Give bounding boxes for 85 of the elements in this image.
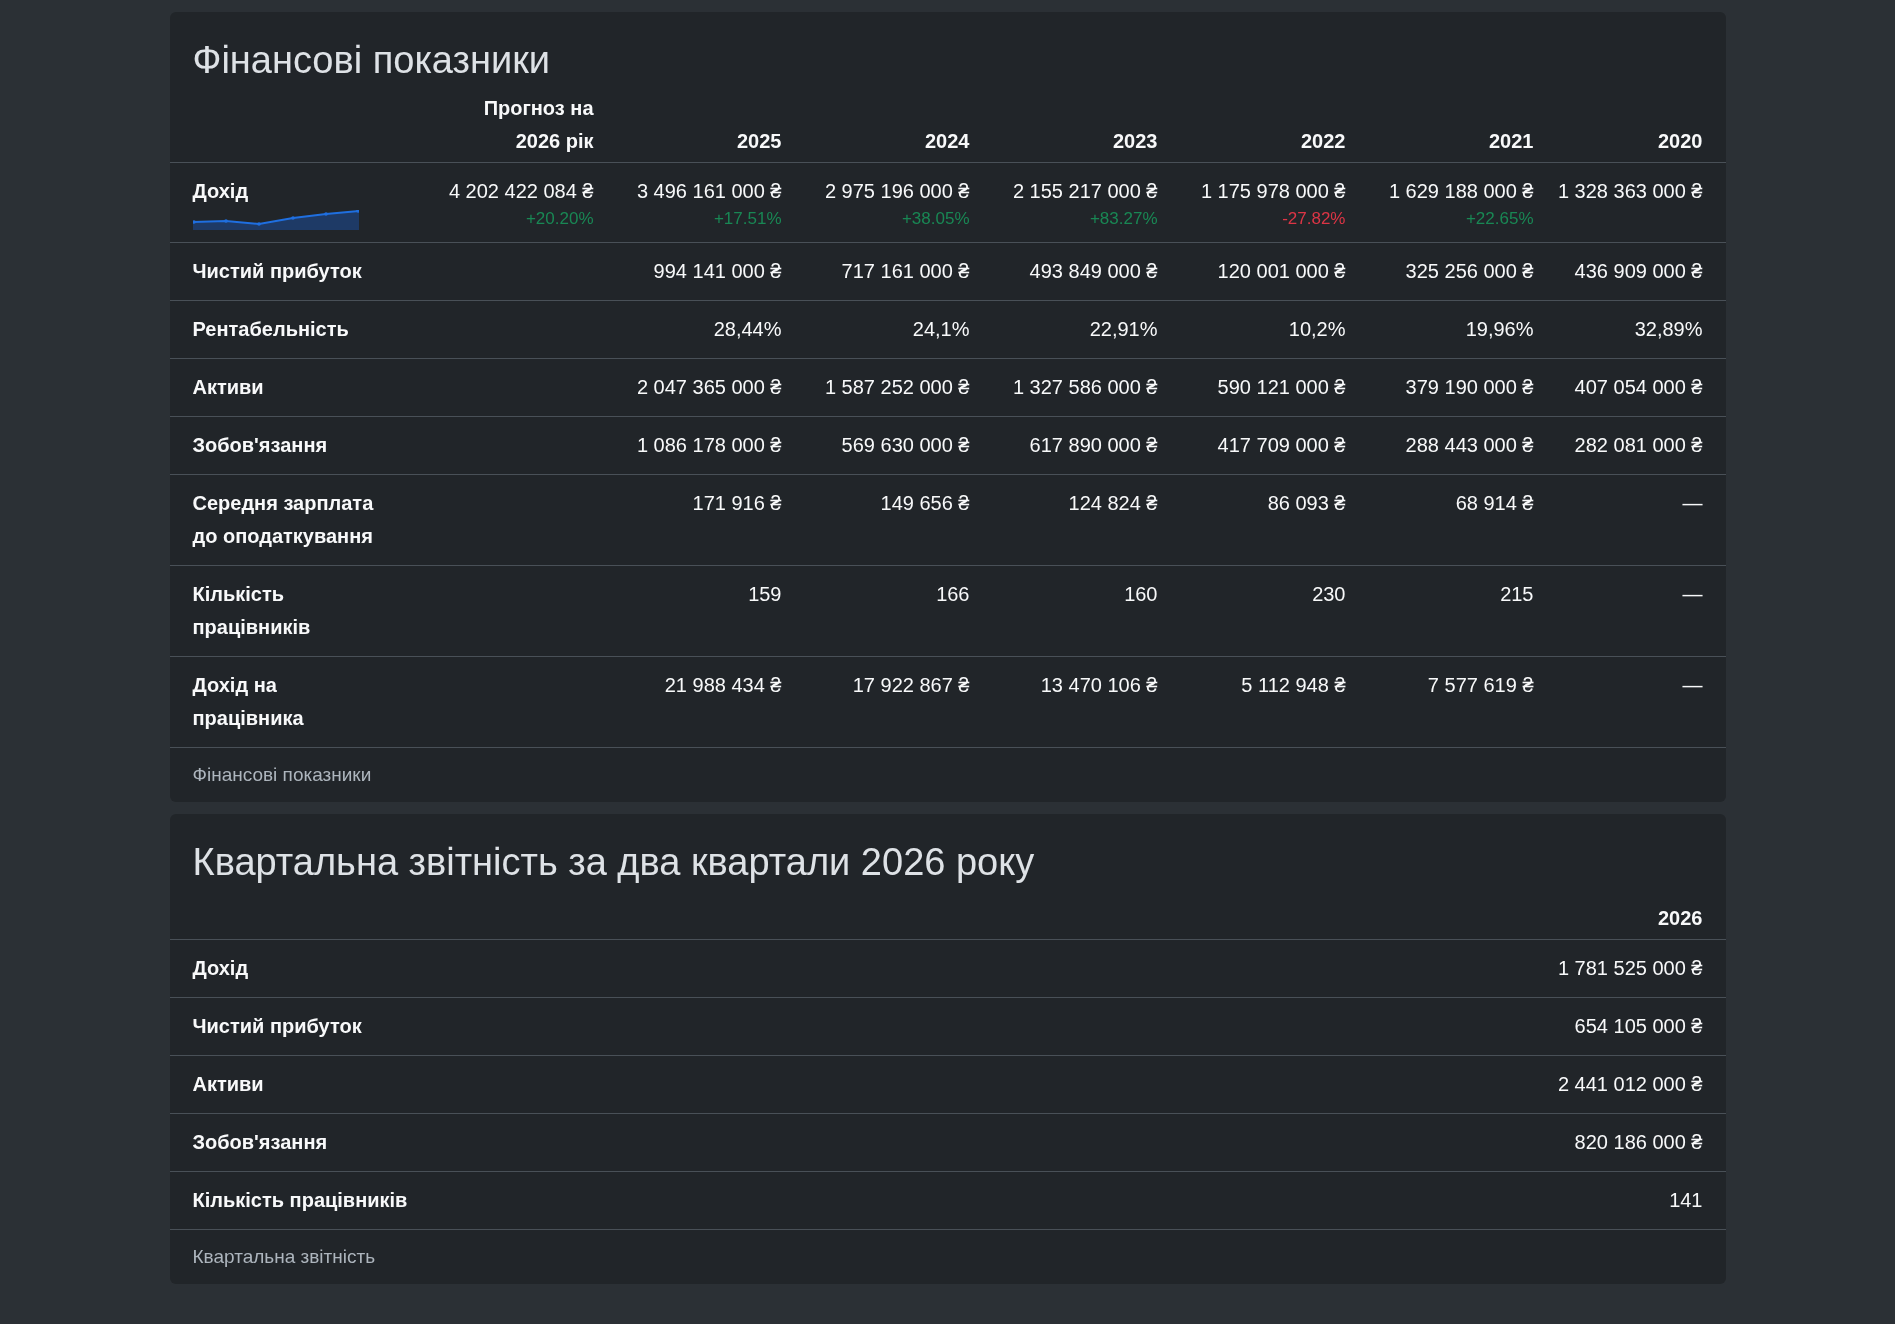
column-header: 2024 xyxy=(925,130,970,152)
table-cell: 24,1% xyxy=(912,318,970,340)
change-percent: +83.27% xyxy=(1088,208,1158,230)
row-label: Зобов'язання xyxy=(192,1131,328,1153)
table-cell: 230 xyxy=(1312,583,1346,605)
table-cell: 2 047 365 000 ₴ xyxy=(636,376,782,398)
table-cell-text: 3 496 161 000 ₴ xyxy=(635,179,782,204)
row-label: Дохід xyxy=(192,957,249,979)
row-label: Середня зарплата до оподаткування xyxy=(192,492,374,547)
table-cell: 590 121 000 ₴ xyxy=(1217,376,1346,398)
table-cell: 32,89% xyxy=(1634,318,1703,340)
table-cell: 1 327 586 000 ₴ xyxy=(1012,376,1158,398)
table-cell: 160 xyxy=(1124,583,1158,605)
table-cell: 21 988 434 ₴ xyxy=(664,674,782,696)
table-cell: 141 xyxy=(1669,1189,1703,1211)
table-cell: 171 916 ₴ xyxy=(692,492,782,514)
change-percent: +20.20% xyxy=(524,208,594,230)
table-cell-text: 2 975 196 000 ₴ xyxy=(823,179,970,204)
table-cell: — xyxy=(1682,492,1703,514)
table-cell: 617 890 000 ₴ xyxy=(1029,434,1158,456)
table-cell: 13 470 106 ₴ xyxy=(1040,674,1158,696)
table-cell: 407 054 000 ₴ xyxy=(1574,376,1703,398)
table-cell: 820 186 000 ₴ xyxy=(1574,1131,1703,1153)
table-cell: 19,96% xyxy=(1465,318,1534,340)
table-cell: 166 xyxy=(936,583,970,605)
table-cell: — xyxy=(1682,674,1703,696)
table-cell: 288 443 000 ₴ xyxy=(1405,434,1534,456)
row-label: Кількість працівників xyxy=(192,583,311,638)
change-percent: +38.05% xyxy=(900,208,970,230)
table-cell: 22,91% xyxy=(1089,318,1158,340)
row-label: Рентабельність xyxy=(192,318,349,340)
row-label: Активи xyxy=(192,376,264,398)
column-header: 2022 xyxy=(1301,130,1346,152)
table-cell: 86 093 ₴ xyxy=(1267,492,1346,514)
column-header: 2023 xyxy=(1113,130,1158,152)
table-cell: 28,44% xyxy=(713,318,782,340)
table-cell: — xyxy=(1682,583,1703,605)
table-cell-text: 1 629 188 000 ₴ xyxy=(1387,179,1534,204)
table-cell: 68 914 ₴ xyxy=(1455,492,1534,514)
table-cell: 379 190 000 ₴ xyxy=(1405,376,1534,398)
table-cell: 493 849 000 ₴ xyxy=(1029,260,1158,282)
table-cell: 5 112 948 ₴ xyxy=(1241,674,1346,696)
table-caption: Фінансові показники xyxy=(192,762,372,787)
row-label: Чистий прибуток xyxy=(192,1015,362,1037)
table-cell: 1 587 252 000 ₴ xyxy=(824,376,970,398)
table-cell: 569 630 000 ₴ xyxy=(841,434,970,456)
row-label: Активи xyxy=(192,1073,264,1095)
column-header: Прогноз на 2026 рік xyxy=(482,96,594,154)
table-cell: 10,2% xyxy=(1288,318,1346,340)
row-label: Кількість працівників xyxy=(192,1189,408,1211)
change-percent: +17.51% xyxy=(712,208,782,230)
table-cell-text: 2 155 217 000 ₴ xyxy=(1011,179,1158,204)
change-percent: +22.65% xyxy=(1464,208,1534,230)
row-label: Чистий прибуток xyxy=(192,260,362,282)
table-cell-text: 1 328 363 000 ₴ xyxy=(1556,179,1703,204)
change-percent: -27.82% xyxy=(1281,208,1346,230)
column-header: 2021 xyxy=(1489,130,1534,152)
table-cell: 717 161 000 ₴ xyxy=(841,260,970,282)
table-cell: 120 001 000 ₴ xyxy=(1217,260,1346,282)
table-cell: 1 781 525 000 ₴ xyxy=(1557,957,1703,979)
column-header: 2025 xyxy=(737,130,782,152)
table-cell: 436 909 000 ₴ xyxy=(1574,260,1703,282)
table-cell-text: 4 202 422 084 ₴ xyxy=(447,179,594,204)
row-label: Зобов'язання xyxy=(192,434,328,456)
row-label: Дохід xyxy=(192,179,249,204)
column-header: 2026 xyxy=(1658,907,1703,929)
table-cell: 1 086 178 000 ₴ xyxy=(636,434,782,456)
table-cell: 7 577 619 ₴ xyxy=(1427,674,1534,696)
table-cell: 2 441 012 000 ₴ xyxy=(1557,1073,1703,1095)
table-cell: 159 xyxy=(748,583,782,605)
column-header: 2020 xyxy=(1658,130,1703,152)
table-cell: 282 081 000 ₴ xyxy=(1574,434,1703,456)
table-cell: 994 141 000 ₴ xyxy=(653,260,782,282)
table-cell: 417 709 000 ₴ xyxy=(1217,434,1346,456)
table-cell: 17 922 867 ₴ xyxy=(852,674,970,696)
table-cell: 124 824 ₴ xyxy=(1068,492,1158,514)
table-cell-text: 1 175 978 000 ₴ xyxy=(1199,179,1346,204)
table-cell: 215 xyxy=(1500,583,1534,605)
row-label: Дохід на працівника xyxy=(192,674,304,729)
table-cell: 325 256 000 ₴ xyxy=(1405,260,1534,282)
table-cell: 654 105 000 ₴ xyxy=(1574,1015,1703,1037)
table-cell: 149 656 ₴ xyxy=(880,492,970,514)
section-title: Квартальна звітність за два квартали 2026 року xyxy=(192,840,1035,885)
section-title: Фінансові показники xyxy=(192,38,551,83)
table-caption: Квартальна звітність xyxy=(192,1244,376,1269)
